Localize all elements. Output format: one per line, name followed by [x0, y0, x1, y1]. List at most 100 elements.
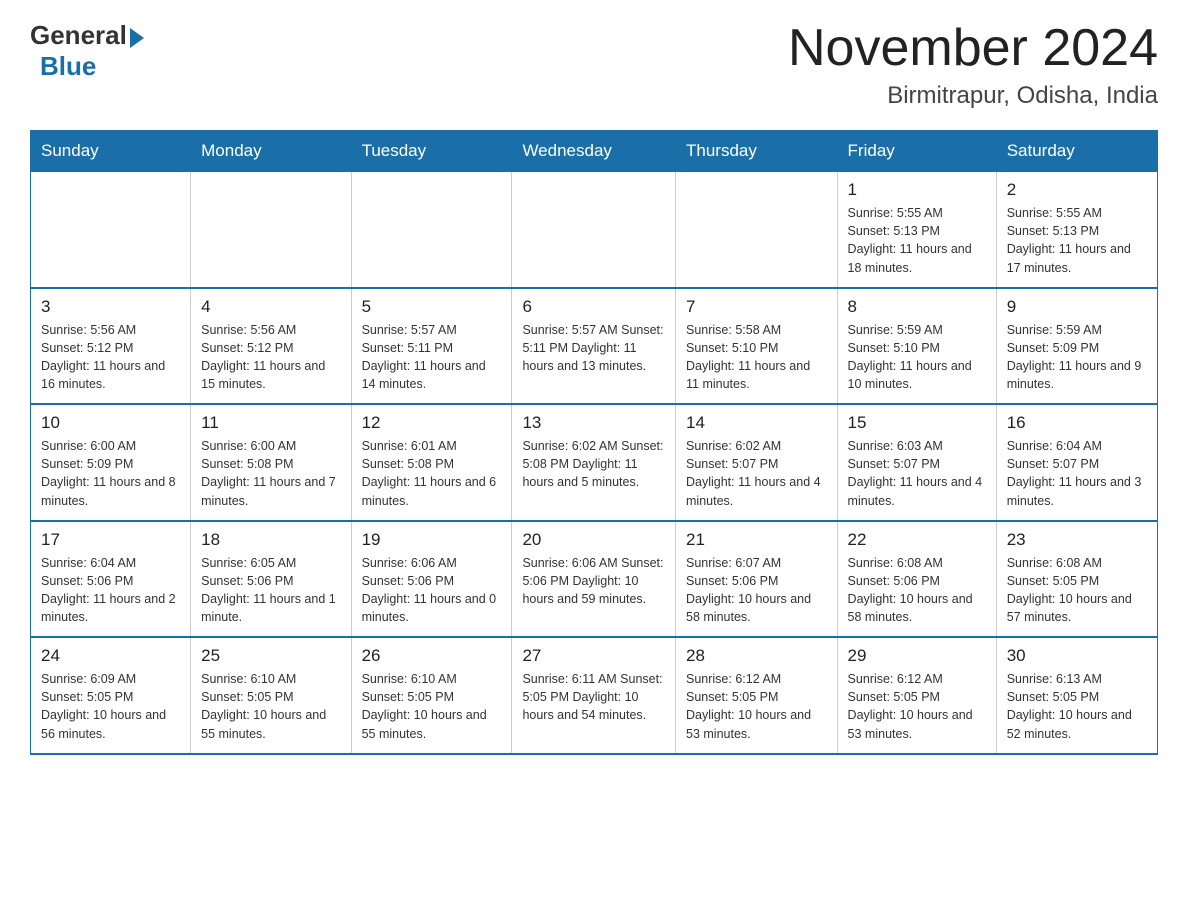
- weekday-header-friday: Friday: [837, 131, 996, 172]
- day-number: 9: [1007, 297, 1147, 317]
- calendar-cell: 3Sunrise: 5:56 AM Sunset: 5:12 PM Daylig…: [31, 288, 191, 405]
- calendar-cell: 11 Sunrise: 6:00 AM Sunset: 5:08 PM Dayli…: [191, 404, 351, 521]
- calendar-cell: 10 Sunrise: 6:00 AM Sunset: 5:09 PM Dayli…: [31, 404, 191, 521]
- calendar-week-row: 1Sunrise: 5:55 AM Sunset: 5:13 PM Daylig…: [31, 172, 1158, 288]
- day-info: Sunrise: 6:12 AM Sunset: 5:05 PM Dayligh…: [686, 670, 827, 743]
- day-number: 25: [201, 646, 340, 666]
- logo: General Blue: [30, 20, 144, 82]
- calendar-cell: 27Sunrise: 6:11 AM Sunset: 5:05 PM Dayli…: [512, 637, 676, 754]
- header: General Blue November 2024 Birmitrapur, …: [30, 20, 1158, 110]
- day-info: Sunrise: 6:07 AM Sunset: 5:06 PM Dayligh…: [686, 554, 827, 627]
- day-info: Sunrise: 6:12 AM Sunset: 5:05 PM Dayligh…: [848, 670, 986, 743]
- day-number: 20: [522, 530, 665, 550]
- calendar-cell: [676, 172, 838, 288]
- calendar-cell: 18 Sunrise: 6:05 AM Sunset: 5:06 PM Dayli…: [191, 521, 351, 638]
- calendar-cell: 22Sunrise: 6:08 AM Sunset: 5:06 PM Dayli…: [837, 521, 996, 638]
- calendar-cell: 12 Sunrise: 6:01 AM Sunset: 5:08 PM Dayli…: [351, 404, 512, 521]
- day-info: Sunrise: 6:05 AM Sunset: 5:06 PM Dayligh…: [201, 554, 340, 627]
- day-number: 29: [848, 646, 986, 666]
- calendar-cell: 8Sunrise: 5:59 AM Sunset: 5:10 PM Daylig…: [837, 288, 996, 405]
- day-info: Sunrise: 6:00 AM Sunset: 5:08 PM Dayligh…: [201, 437, 340, 510]
- calendar-week-row: 3Sunrise: 5:56 AM Sunset: 5:12 PM Daylig…: [31, 288, 1158, 405]
- calendar-cell: 16 Sunrise: 6:04 AM Sunset: 5:07 PM Dayli…: [996, 404, 1157, 521]
- day-info: Sunrise: 5:55 AM Sunset: 5:13 PM Dayligh…: [848, 204, 986, 277]
- day-info: Sunrise: 6:04 AM Sunset: 5:07 PM Dayligh…: [1007, 437, 1147, 510]
- day-number: 23: [1007, 530, 1147, 550]
- calendar-cell: 23Sunrise: 6:08 AM Sunset: 5:05 PM Dayli…: [996, 521, 1157, 638]
- day-number: 21: [686, 530, 827, 550]
- day-info: Sunrise: 6:06 AM Sunset: 5:06 PM Dayligh…: [362, 554, 502, 627]
- calendar-cell: 24 Sunrise: 6:09 AM Sunset: 5:05 PM Dayli…: [31, 637, 191, 754]
- calendar-cell: 2 Sunrise: 5:55 AM Sunset: 5:13 PM Daylig…: [996, 172, 1157, 288]
- calendar-week-row: 24 Sunrise: 6:09 AM Sunset: 5:05 PM Dayli…: [31, 637, 1158, 754]
- day-info: Sunrise: 6:03 AM Sunset: 5:07 PM Dayligh…: [848, 437, 986, 510]
- day-number: 5: [362, 297, 502, 317]
- day-info: Sunrise: 6:10 AM Sunset: 5:05 PM Dayligh…: [362, 670, 502, 743]
- calendar-cell: 7 Sunrise: 5:58 AM Sunset: 5:10 PM Daylig…: [676, 288, 838, 405]
- calendar-cell: 30 Sunrise: 6:13 AM Sunset: 5:05 PM Dayli…: [996, 637, 1157, 754]
- day-info: Sunrise: 6:01 AM Sunset: 5:08 PM Dayligh…: [362, 437, 502, 510]
- day-number: 4: [201, 297, 340, 317]
- day-number: 12: [362, 413, 502, 433]
- calendar-cell: 19 Sunrise: 6:06 AM Sunset: 5:06 PM Dayli…: [351, 521, 512, 638]
- day-info: Sunrise: 6:00 AM Sunset: 5:09 PM Dayligh…: [41, 437, 180, 510]
- day-info: Sunrise: 6:13 AM Sunset: 5:05 PM Dayligh…: [1007, 670, 1147, 743]
- calendar-cell: 9Sunrise: 5:59 AM Sunset: 5:09 PM Daylig…: [996, 288, 1157, 405]
- logo-triangle-icon: [130, 28, 144, 48]
- day-info: Sunrise: 6:06 AM Sunset: 5:06 PM Dayligh…: [522, 554, 665, 608]
- day-number: 11: [201, 413, 340, 433]
- calendar-cell: 5Sunrise: 5:57 AM Sunset: 5:11 PM Daylig…: [351, 288, 512, 405]
- day-number: 16: [1007, 413, 1147, 433]
- calendar-cell: 6 Sunrise: 5:57 AM Sunset: 5:11 PM Daylig…: [512, 288, 676, 405]
- day-info: Sunrise: 6:10 AM Sunset: 5:05 PM Dayligh…: [201, 670, 340, 743]
- day-info: Sunrise: 5:56 AM Sunset: 5:12 PM Dayligh…: [201, 321, 340, 394]
- logo-blue-text: Blue: [40, 51, 96, 82]
- calendar-cell: 15 Sunrise: 6:03 AM Sunset: 5:07 PM Dayli…: [837, 404, 996, 521]
- day-info: Sunrise: 5:58 AM Sunset: 5:10 PM Dayligh…: [686, 321, 827, 394]
- calendar-week-row: 17Sunrise: 6:04 AM Sunset: 5:06 PM Dayli…: [31, 521, 1158, 638]
- day-info: Sunrise: 5:57 AM Sunset: 5:11 PM Dayligh…: [522, 321, 665, 375]
- day-number: 7: [686, 297, 827, 317]
- day-number: 15: [848, 413, 986, 433]
- day-info: Sunrise: 6:02 AM Sunset: 5:07 PM Dayligh…: [686, 437, 827, 510]
- weekday-header-monday: Monday: [191, 131, 351, 172]
- calendar-cell: [31, 172, 191, 288]
- weekday-header-wednesday: Wednesday: [512, 131, 676, 172]
- day-number: 26: [362, 646, 502, 666]
- calendar-cell: 20 Sunrise: 6:06 AM Sunset: 5:06 PM Dayli…: [512, 521, 676, 638]
- weekday-header-saturday: Saturday: [996, 131, 1157, 172]
- weekday-header-sunday: Sunday: [31, 131, 191, 172]
- calendar-cell: 28Sunrise: 6:12 AM Sunset: 5:05 PM Dayli…: [676, 637, 838, 754]
- day-info: Sunrise: 5:56 AM Sunset: 5:12 PM Dayligh…: [41, 321, 180, 394]
- calendar-cell: [191, 172, 351, 288]
- day-info: Sunrise: 6:02 AM Sunset: 5:08 PM Dayligh…: [522, 437, 665, 491]
- day-number: 19: [362, 530, 502, 550]
- day-info: Sunrise: 6:09 AM Sunset: 5:05 PM Dayligh…: [41, 670, 180, 743]
- day-info: Sunrise: 5:55 AM Sunset: 5:13 PM Dayligh…: [1007, 204, 1147, 277]
- title-area: November 2024 Birmitrapur, Odisha, India: [788, 20, 1158, 110]
- calendar-table: SundayMondayTuesdayWednesdayThursdayFrid…: [30, 130, 1158, 755]
- calendar-cell: 21 Sunrise: 6:07 AM Sunset: 5:06 PM Dayli…: [676, 521, 838, 638]
- logo-general-text: General: [30, 20, 127, 51]
- calendar-cell: 14 Sunrise: 6:02 AM Sunset: 5:07 PM Dayli…: [676, 404, 838, 521]
- day-number: 2: [1007, 180, 1147, 200]
- day-number: 24: [41, 646, 180, 666]
- calendar-cell: 1Sunrise: 5:55 AM Sunset: 5:13 PM Daylig…: [837, 172, 996, 288]
- day-number: 6: [522, 297, 665, 317]
- day-number: 10: [41, 413, 180, 433]
- day-number: 30: [1007, 646, 1147, 666]
- day-number: 8: [848, 297, 986, 317]
- calendar-header-row: SundayMondayTuesdayWednesdayThursdayFrid…: [31, 131, 1158, 172]
- calendar-cell: [512, 172, 676, 288]
- day-info: Sunrise: 6:11 AM Sunset: 5:05 PM Dayligh…: [522, 670, 665, 724]
- calendar-week-row: 10 Sunrise: 6:00 AM Sunset: 5:09 PM Dayli…: [31, 404, 1158, 521]
- location-title: Birmitrapur, Odisha, India: [788, 82, 1158, 110]
- day-number: 17: [41, 530, 180, 550]
- calendar-cell: 29 Sunrise: 6:12 AM Sunset: 5:05 PM Dayli…: [837, 637, 996, 754]
- day-number: 18: [201, 530, 340, 550]
- weekday-header-tuesday: Tuesday: [351, 131, 512, 172]
- calendar-cell: 17Sunrise: 6:04 AM Sunset: 5:06 PM Dayli…: [31, 521, 191, 638]
- day-number: 14: [686, 413, 827, 433]
- calendar-cell: 26 Sunrise: 6:10 AM Sunset: 5:05 PM Dayli…: [351, 637, 512, 754]
- calendar-cell: 25 Sunrise: 6:10 AM Sunset: 5:05 PM Dayli…: [191, 637, 351, 754]
